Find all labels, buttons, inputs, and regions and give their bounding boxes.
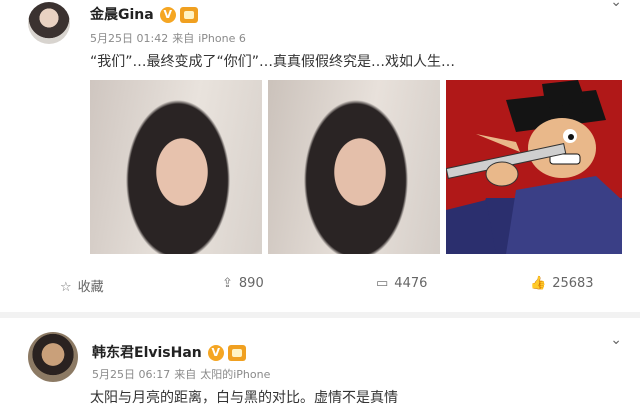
member-level-icon bbox=[227, 345, 246, 361]
post-text: 太阳与月亮的距离，白与黑的对比。虚情不是真情 bbox=[90, 390, 398, 406]
repost-icon: ⇪ bbox=[222, 276, 233, 291]
repost-count: 890 bbox=[238, 276, 264, 291]
avatar[interactable] bbox=[28, 332, 78, 382]
source-prefix: 来自 bbox=[174, 368, 197, 381]
star-icon: ☆ bbox=[60, 280, 72, 295]
photo-cartoon[interactable] bbox=[446, 80, 622, 254]
verified-badge-icon: V bbox=[207, 345, 224, 361]
avatar[interactable] bbox=[28, 2, 70, 44]
weibo-post-gina: 金晨Gina V ⌄ 5月25日 01:42 来自 iPhone 6 “我们”…最终变… bbox=[0, 0, 640, 312]
favorite-button[interactable]: ☆ 收藏 bbox=[60, 276, 104, 295]
comment-icon: ▭ bbox=[376, 276, 389, 291]
thumbs-up-icon: 👍 bbox=[530, 276, 547, 291]
chevron-down-icon[interactable]: ⌄ bbox=[610, 0, 622, 10]
user-name-text[interactable]: 金晨Gina bbox=[90, 7, 154, 23]
action-bar: ☆ 收藏 ⇪ 890 ▭ 4476 👍 25683 bbox=[0, 270, 640, 300]
like-count: 25683 bbox=[552, 276, 594, 291]
chevron-down-icon[interactable]: ⌄ bbox=[610, 332, 622, 348]
user-name[interactable]: 韩东君ElvisHan V bbox=[92, 342, 246, 362]
like-button[interactable]: 👍 25683 bbox=[530, 276, 594, 291]
post-date[interactable]: 5月25日 01:42 bbox=[90, 32, 168, 45]
verified-badge-icon: V bbox=[159, 7, 176, 23]
member-level-icon bbox=[179, 7, 198, 23]
weibo-post-elvishan: 韩东君ElvisHan V ⌄ 5月25日 06:17 来自 太阳的iPhone 太阳… bbox=[0, 318, 640, 408]
photo-portrait-2[interactable] bbox=[268, 80, 440, 254]
repost-button[interactable]: ⇪ 890 bbox=[222, 276, 264, 291]
source-device[interactable]: iPhone 6 bbox=[198, 32, 246, 45]
photo-portrait-1[interactable] bbox=[90, 80, 262, 254]
source-prefix: 来自 bbox=[172, 32, 195, 45]
user-name-text[interactable]: 韩东君ElvisHan bbox=[92, 345, 202, 361]
post-meta: 5月25日 06:17 来自 太阳的iPhone bbox=[92, 366, 270, 382]
source-device[interactable]: 太阳的iPhone bbox=[200, 368, 270, 381]
post-meta: 5月25日 01:42 来自 iPhone 6 bbox=[90, 30, 246, 46]
user-name[interactable]: 金晨Gina V bbox=[90, 4, 198, 24]
post-text: “我们”…最终变成了“你们”…真真假假终究是…戏如人生… bbox=[90, 54, 456, 70]
post-date[interactable]: 5月25日 06:17 bbox=[92, 368, 170, 381]
photo-grid bbox=[90, 80, 622, 254]
cartoon-illustration bbox=[446, 80, 622, 254]
comment-button[interactable]: ▭ 4476 bbox=[376, 276, 427, 291]
favorite-label: 收藏 bbox=[77, 280, 104, 295]
comment-count: 4476 bbox=[394, 276, 428, 291]
